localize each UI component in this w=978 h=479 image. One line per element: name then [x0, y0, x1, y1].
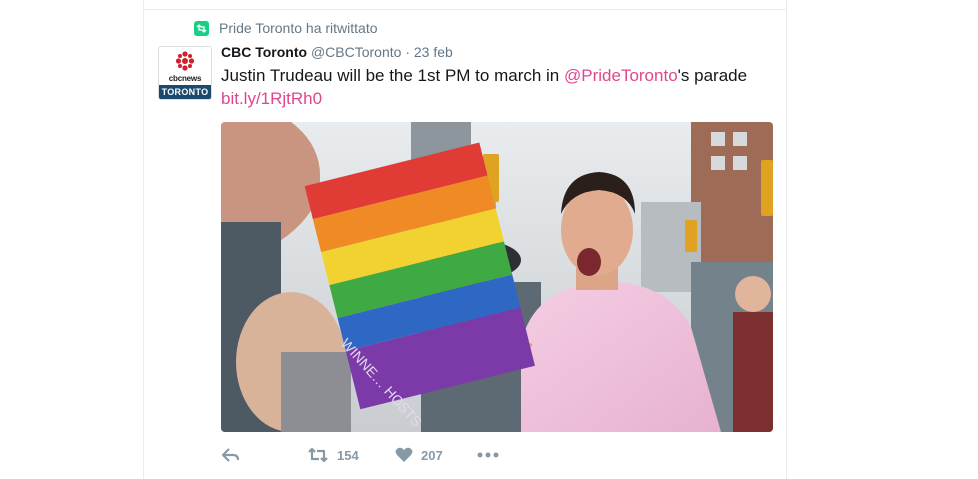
- reply-icon: [221, 448, 240, 462]
- tweet-actions: 154 207: [221, 444, 499, 466]
- retweet-context-label: Pride Toronto ha ritwittato: [219, 20, 378, 36]
- mention-link[interactable]: @PrideToronto: [564, 66, 678, 85]
- avatar[interactable]: cbcnews TORONTO: [158, 46, 212, 100]
- avatar-brand: cbcnews: [168, 74, 202, 83]
- tweet-text-part: Justin Trudeau will be the 1st PM to mar…: [221, 66, 564, 85]
- cbc-gem-icon: [175, 51, 195, 71]
- tweet-text: Justin Trudeau will be the 1st PM to mar…: [221, 64, 781, 110]
- parade-photo: WINNE… HOSTS: [221, 122, 773, 432]
- author-handle[interactable]: @CBCToronto: [311, 44, 401, 60]
- retweet-icon: [308, 447, 328, 463]
- retweet-context[interactable]: Pride Toronto ha ritwittato: [194, 19, 378, 37]
- url-link[interactable]: bit.ly/1RjtRh0: [221, 89, 322, 108]
- timeline-column: Pride Toronto ha ritwittato cbcnews TORO…: [143, 0, 787, 479]
- tweet-text-part: 's parade: [677, 66, 748, 85]
- retweet-button[interactable]: 154: [307, 447, 395, 463]
- like-count: 207: [421, 447, 443, 463]
- like-button[interactable]: 207: [395, 447, 477, 463]
- more-dots-icon: [477, 452, 499, 458]
- heart-icon: [395, 447, 413, 462]
- more-button[interactable]: [477, 452, 499, 458]
- divider: [144, 9, 786, 10]
- tweet-header: CBC Toronto @CBCToronto · 23 feb: [221, 44, 453, 60]
- avatar-city: TORONTO: [159, 85, 211, 99]
- author-name[interactable]: CBC Toronto: [221, 44, 307, 60]
- retweet-badge-icon: [194, 20, 209, 36]
- tweet-photo[interactable]: WINNE… HOSTS: [221, 122, 773, 432]
- reply-button[interactable]: [221, 447, 307, 463]
- header-separator: ·: [405, 44, 410, 60]
- retweet-count: 154: [337, 447, 359, 463]
- tweet-timestamp[interactable]: 23 feb: [414, 44, 453, 60]
